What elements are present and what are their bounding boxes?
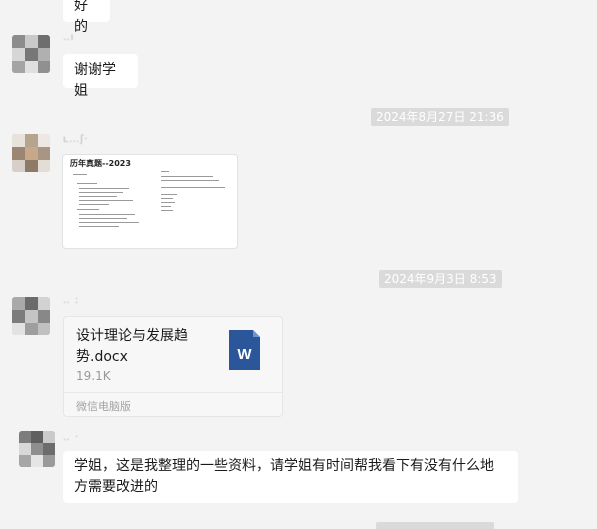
avatar[interactable]: [12, 35, 50, 73]
message-text: 好的: [74, 0, 88, 35]
avatar[interactable]: [12, 297, 50, 335]
doc-text-line: [161, 198, 173, 199]
sender-name-obscured: ‥ ·: [63, 432, 80, 443]
file-size: 19.1K: [76, 369, 111, 383]
file-name: 设计理论与发展趋势.docx: [76, 328, 188, 365]
doc-text-line: [77, 183, 97, 184]
doc-text-line: [79, 196, 117, 197]
doc-text-line: [79, 204, 109, 205]
message-text: 学姐，这是我整理的一些资料，请学姐有时间帮我看下有没有什么地方需要改进的: [74, 458, 494, 495]
word-file-icon: W: [229, 330, 260, 370]
document-preview[interactable]: 历年真题--2023: [62, 154, 238, 249]
doc-text-line: [161, 176, 213, 177]
timestamp-partial: [376, 522, 494, 529]
document-preview-title: 历年真题--2023: [70, 159, 131, 168]
doc-text-line: [161, 194, 177, 195]
sender-name-obscured: ‥ :: [63, 295, 80, 306]
message-text: 谢谢学姐: [74, 62, 116, 99]
file-card-divider: [64, 392, 282, 393]
file-card[interactable]: 设计理论与发展趋势.docx 19.1K W 微信电脑版: [63, 316, 283, 417]
doc-text-line: [79, 192, 123, 193]
doc-text-line: [161, 210, 173, 211]
doc-text-line: [161, 171, 169, 172]
doc-text-line: [79, 222, 139, 223]
message-bubble[interactable]: 学姐，这是我整理的一些资料，请学姐有时间帮我看下有没有什么地方需要改进的: [63, 451, 518, 503]
sender-name-obscured: ‥ı: [63, 32, 75, 43]
doc-text-line: [79, 226, 119, 227]
avatar[interactable]: [12, 134, 50, 172]
doc-text-line: [79, 218, 127, 219]
doc-text-line: [161, 202, 175, 203]
timestamp: 2024年9月3日 8:53: [379, 270, 502, 288]
doc-text-line: [77, 209, 99, 210]
sender-name-obscured: ʟ…ʃ‧: [63, 134, 89, 145]
avatar[interactable]: [19, 431, 55, 467]
doc-text-line: [79, 200, 133, 201]
chat-window: 好的 ‥ı 谢谢学姐 2024年8月27日 21:36 ʟ…ʃ‧ 历年真题--2…: [0, 0, 597, 529]
file-source-label: 微信电脑版: [76, 400, 131, 413]
doc-text-line: [161, 187, 225, 188]
message-bubble[interactable]: 好的: [63, 0, 110, 35]
doc-text-line: [161, 206, 171, 207]
doc-text-line: [161, 180, 219, 181]
message-bubble[interactable]: 谢谢学姐: [63, 54, 138, 99]
doc-text-line: [79, 188, 129, 189]
timestamp: 2024年8月27日 21:36: [371, 108, 509, 126]
doc-text-line: [73, 174, 87, 175]
doc-text-line: [79, 214, 135, 215]
svg-text:W: W: [237, 346, 252, 363]
